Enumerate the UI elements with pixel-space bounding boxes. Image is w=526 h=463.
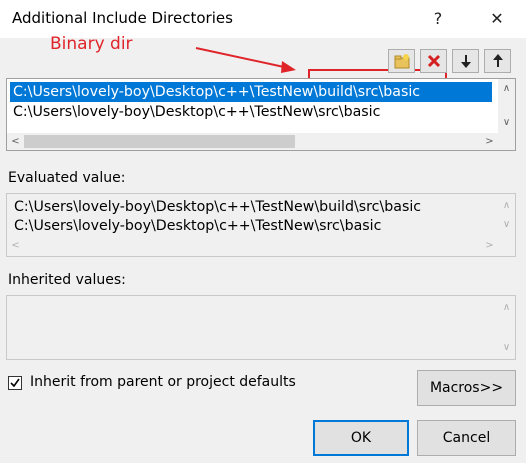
ok-button[interactable]: OK xyxy=(313,420,409,456)
inherit-checkbox[interactable] xyxy=(8,376,22,390)
checkmark-icon xyxy=(10,378,20,388)
macros-button[interactable]: Macros>> xyxy=(417,370,516,406)
evaluated-line: C:\Users\lovely-boy\Desktop\c++\TestNew\… xyxy=(14,199,422,215)
arrow-up-icon xyxy=(492,54,503,67)
horizontal-scrollbar[interactable]: < > xyxy=(7,133,498,150)
scroll-right-icon: > xyxy=(485,240,494,251)
evaluated-value-label: Evaluated value: xyxy=(8,170,126,186)
directory-item[interactable]: C:\Users\lovely-boy\Desktop\c++\TestNew\… xyxy=(10,82,492,102)
scroll-left-icon: < xyxy=(11,240,20,251)
move-down-button[interactable] xyxy=(452,49,479,73)
scroll-thumb[interactable] xyxy=(24,135,295,148)
scroll-up-icon[interactable]: ∧ xyxy=(498,80,515,97)
scroll-down-icon[interactable]: ∨ xyxy=(498,114,515,131)
directories-listbox[interactable]: C:\Users\lovely-boy\Desktop\c++\TestNew\… xyxy=(6,78,516,151)
evaluated-line: C:\Users\lovely-boy\Desktop\c++\TestNew\… xyxy=(14,218,382,234)
new-line-button[interactable] xyxy=(388,49,415,73)
arrow-down-icon xyxy=(460,55,471,68)
inherited-values-label: Inherited values: xyxy=(8,272,126,288)
cancel-button[interactable]: Cancel xyxy=(417,420,516,456)
scroll-right-icon[interactable]: > xyxy=(481,133,498,150)
scroll-down-icon: ∨ xyxy=(502,219,511,230)
inherited-values-box: ∧ ∨ xyxy=(6,295,516,360)
inherit-checkbox-label[interactable]: Inherit from parent or project defaults xyxy=(30,374,296,390)
delete-x-icon xyxy=(427,54,440,68)
vertical-scrollbar[interactable]: ∧ ∨ xyxy=(498,79,515,133)
annotation-arrow xyxy=(195,47,296,73)
delete-button[interactable] xyxy=(420,49,447,73)
move-up-button[interactable] xyxy=(484,49,511,73)
scroll-up-icon: ∧ xyxy=(502,302,511,313)
evaluated-value-box: C:\Users\lovely-boy\Desktop\c++\TestNew\… xyxy=(6,193,516,257)
directory-item[interactable]: C:\Users\lovely-boy\Desktop\c++\TestNew\… xyxy=(10,102,492,122)
scroll-down-icon: ∨ xyxy=(502,342,511,353)
scroll-corner xyxy=(498,133,515,150)
scroll-left-icon[interactable]: < xyxy=(7,133,24,150)
new-folder-icon xyxy=(394,54,409,69)
scroll-up-icon: ∧ xyxy=(502,200,511,211)
